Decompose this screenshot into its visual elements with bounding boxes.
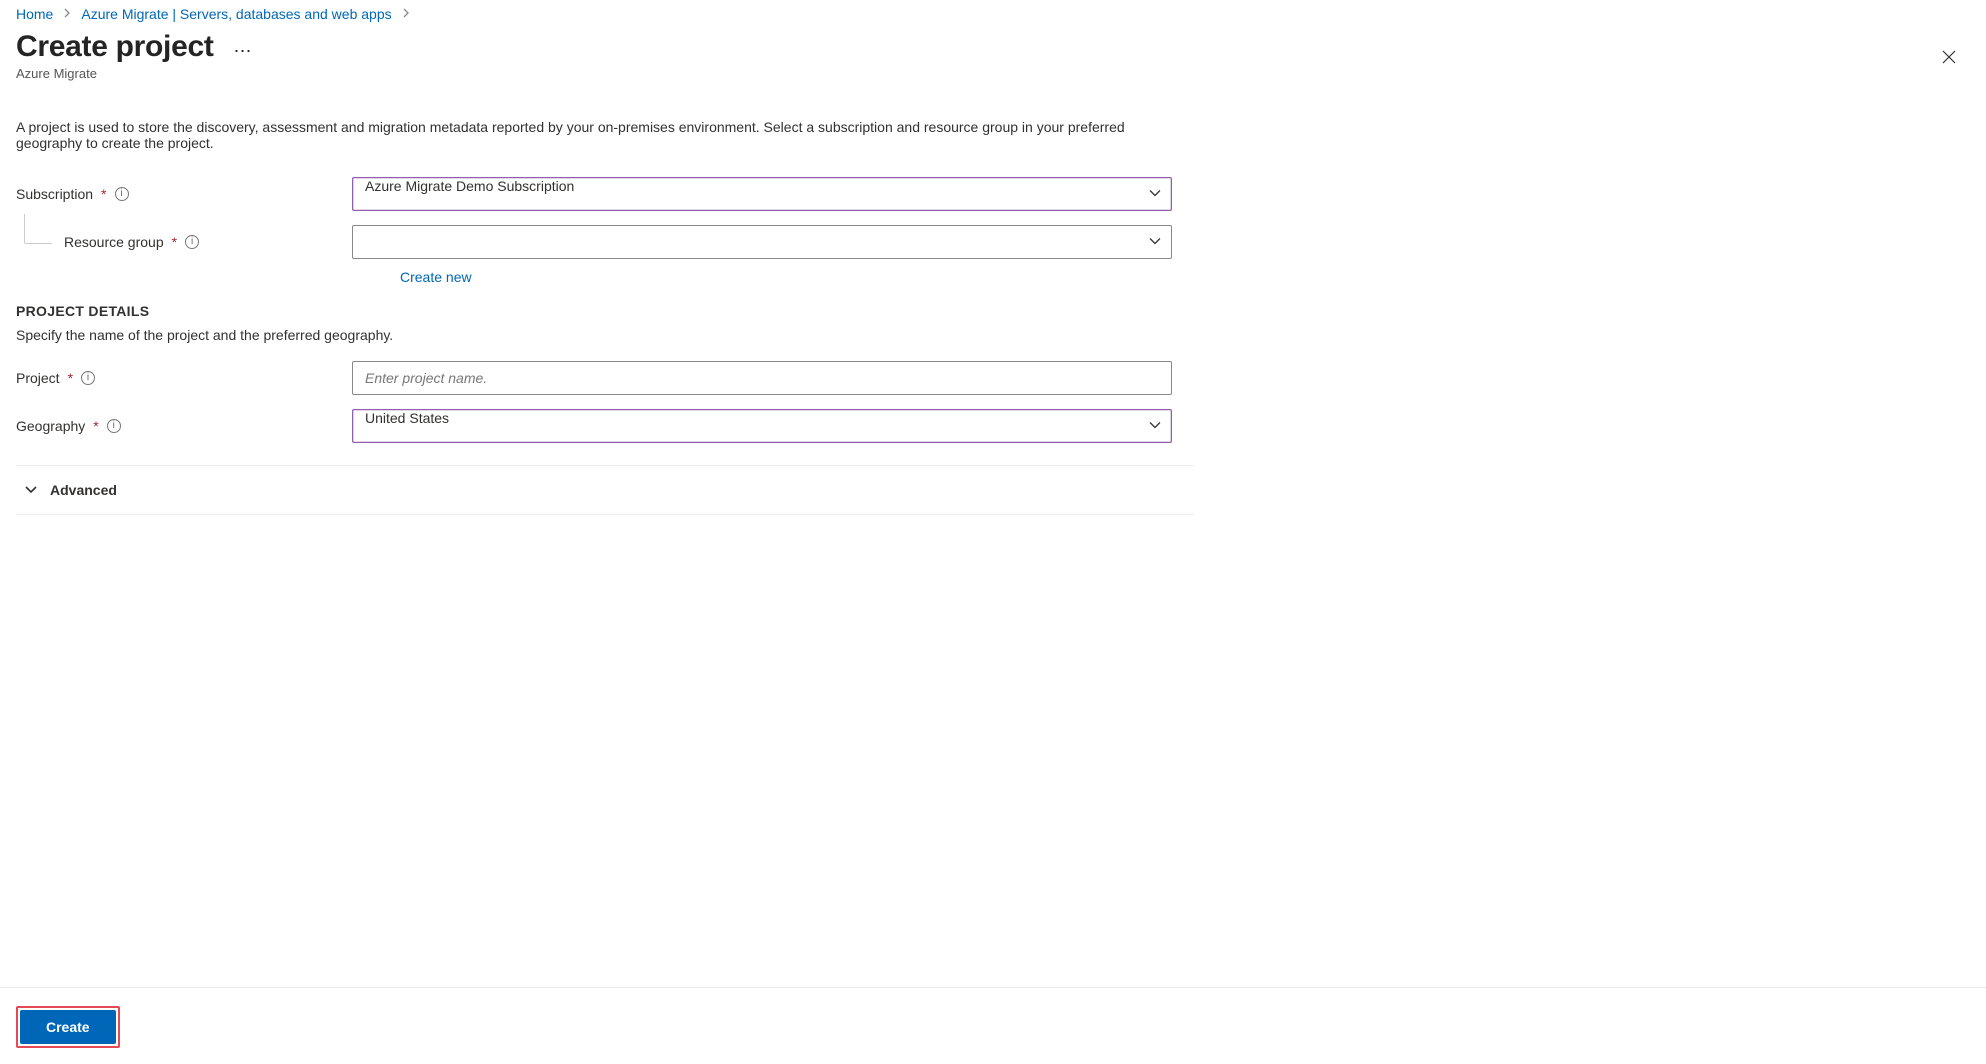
project-details-heading: PROJECT DETAILS — [16, 303, 1194, 319]
breadcrumb: Home Azure Migrate | Servers, databases … — [0, 0, 1986, 26]
create-new-resource-group-link[interactable]: Create new — [400, 269, 472, 285]
breadcrumb-home[interactable]: Home — [16, 6, 53, 22]
create-button[interactable]: Create — [20, 1010, 116, 1044]
required-icon: * — [93, 418, 98, 434]
info-icon[interactable]: i — [107, 419, 121, 433]
more-actions-button[interactable]: ⋯ — [234, 33, 253, 62]
chevron-right-icon — [402, 8, 410, 21]
info-icon[interactable]: i — [185, 235, 199, 249]
required-icon: * — [101, 186, 106, 202]
page-description: A project is used to store the discovery… — [16, 119, 1194, 151]
project-name-input[interactable] — [352, 361, 1172, 395]
page-title: Create project — [16, 30, 214, 64]
page-header: Create project ⋯ Azure Migrate — [0, 26, 1986, 81]
geography-select[interactable]: United States — [352, 409, 1172, 443]
close-button[interactable] — [1936, 44, 1962, 70]
project-row: Project * i — [16, 361, 1194, 395]
project-details-desc: Specify the name of the project and the … — [16, 327, 1194, 343]
geography-label: Geography — [16, 418, 85, 434]
subscription-label: Subscription — [16, 186, 93, 202]
footer-bar: Create — [0, 987, 1986, 1064]
project-label: Project — [16, 370, 60, 386]
chevron-down-icon — [24, 485, 38, 495]
info-icon[interactable]: i — [81, 371, 95, 385]
chevron-right-icon — [63, 8, 71, 21]
required-icon: * — [172, 234, 177, 250]
required-icon: * — [68, 370, 73, 386]
info-icon[interactable]: i — [115, 187, 129, 201]
create-button-highlight: Create — [16, 1006, 120, 1048]
geography-row: Geography * i United States — [16, 409, 1194, 443]
breadcrumb-azure-migrate[interactable]: Azure Migrate | Servers, databases and w… — [81, 6, 391, 22]
advanced-toggle[interactable]: Advanced — [16, 466, 1194, 514]
resource-group-label: Resource group — [64, 234, 164, 250]
subscription-select[interactable]: Azure Migrate Demo Subscription — [352, 177, 1172, 211]
resource-group-select[interactable] — [352, 225, 1172, 259]
subscription-row: Subscription * i Azure Migrate Demo Subs… — [16, 177, 1194, 211]
resource-group-row: Resource group * i — [16, 225, 1194, 259]
page-subtitle: Azure Migrate — [16, 66, 253, 81]
advanced-label: Advanced — [50, 482, 117, 498]
